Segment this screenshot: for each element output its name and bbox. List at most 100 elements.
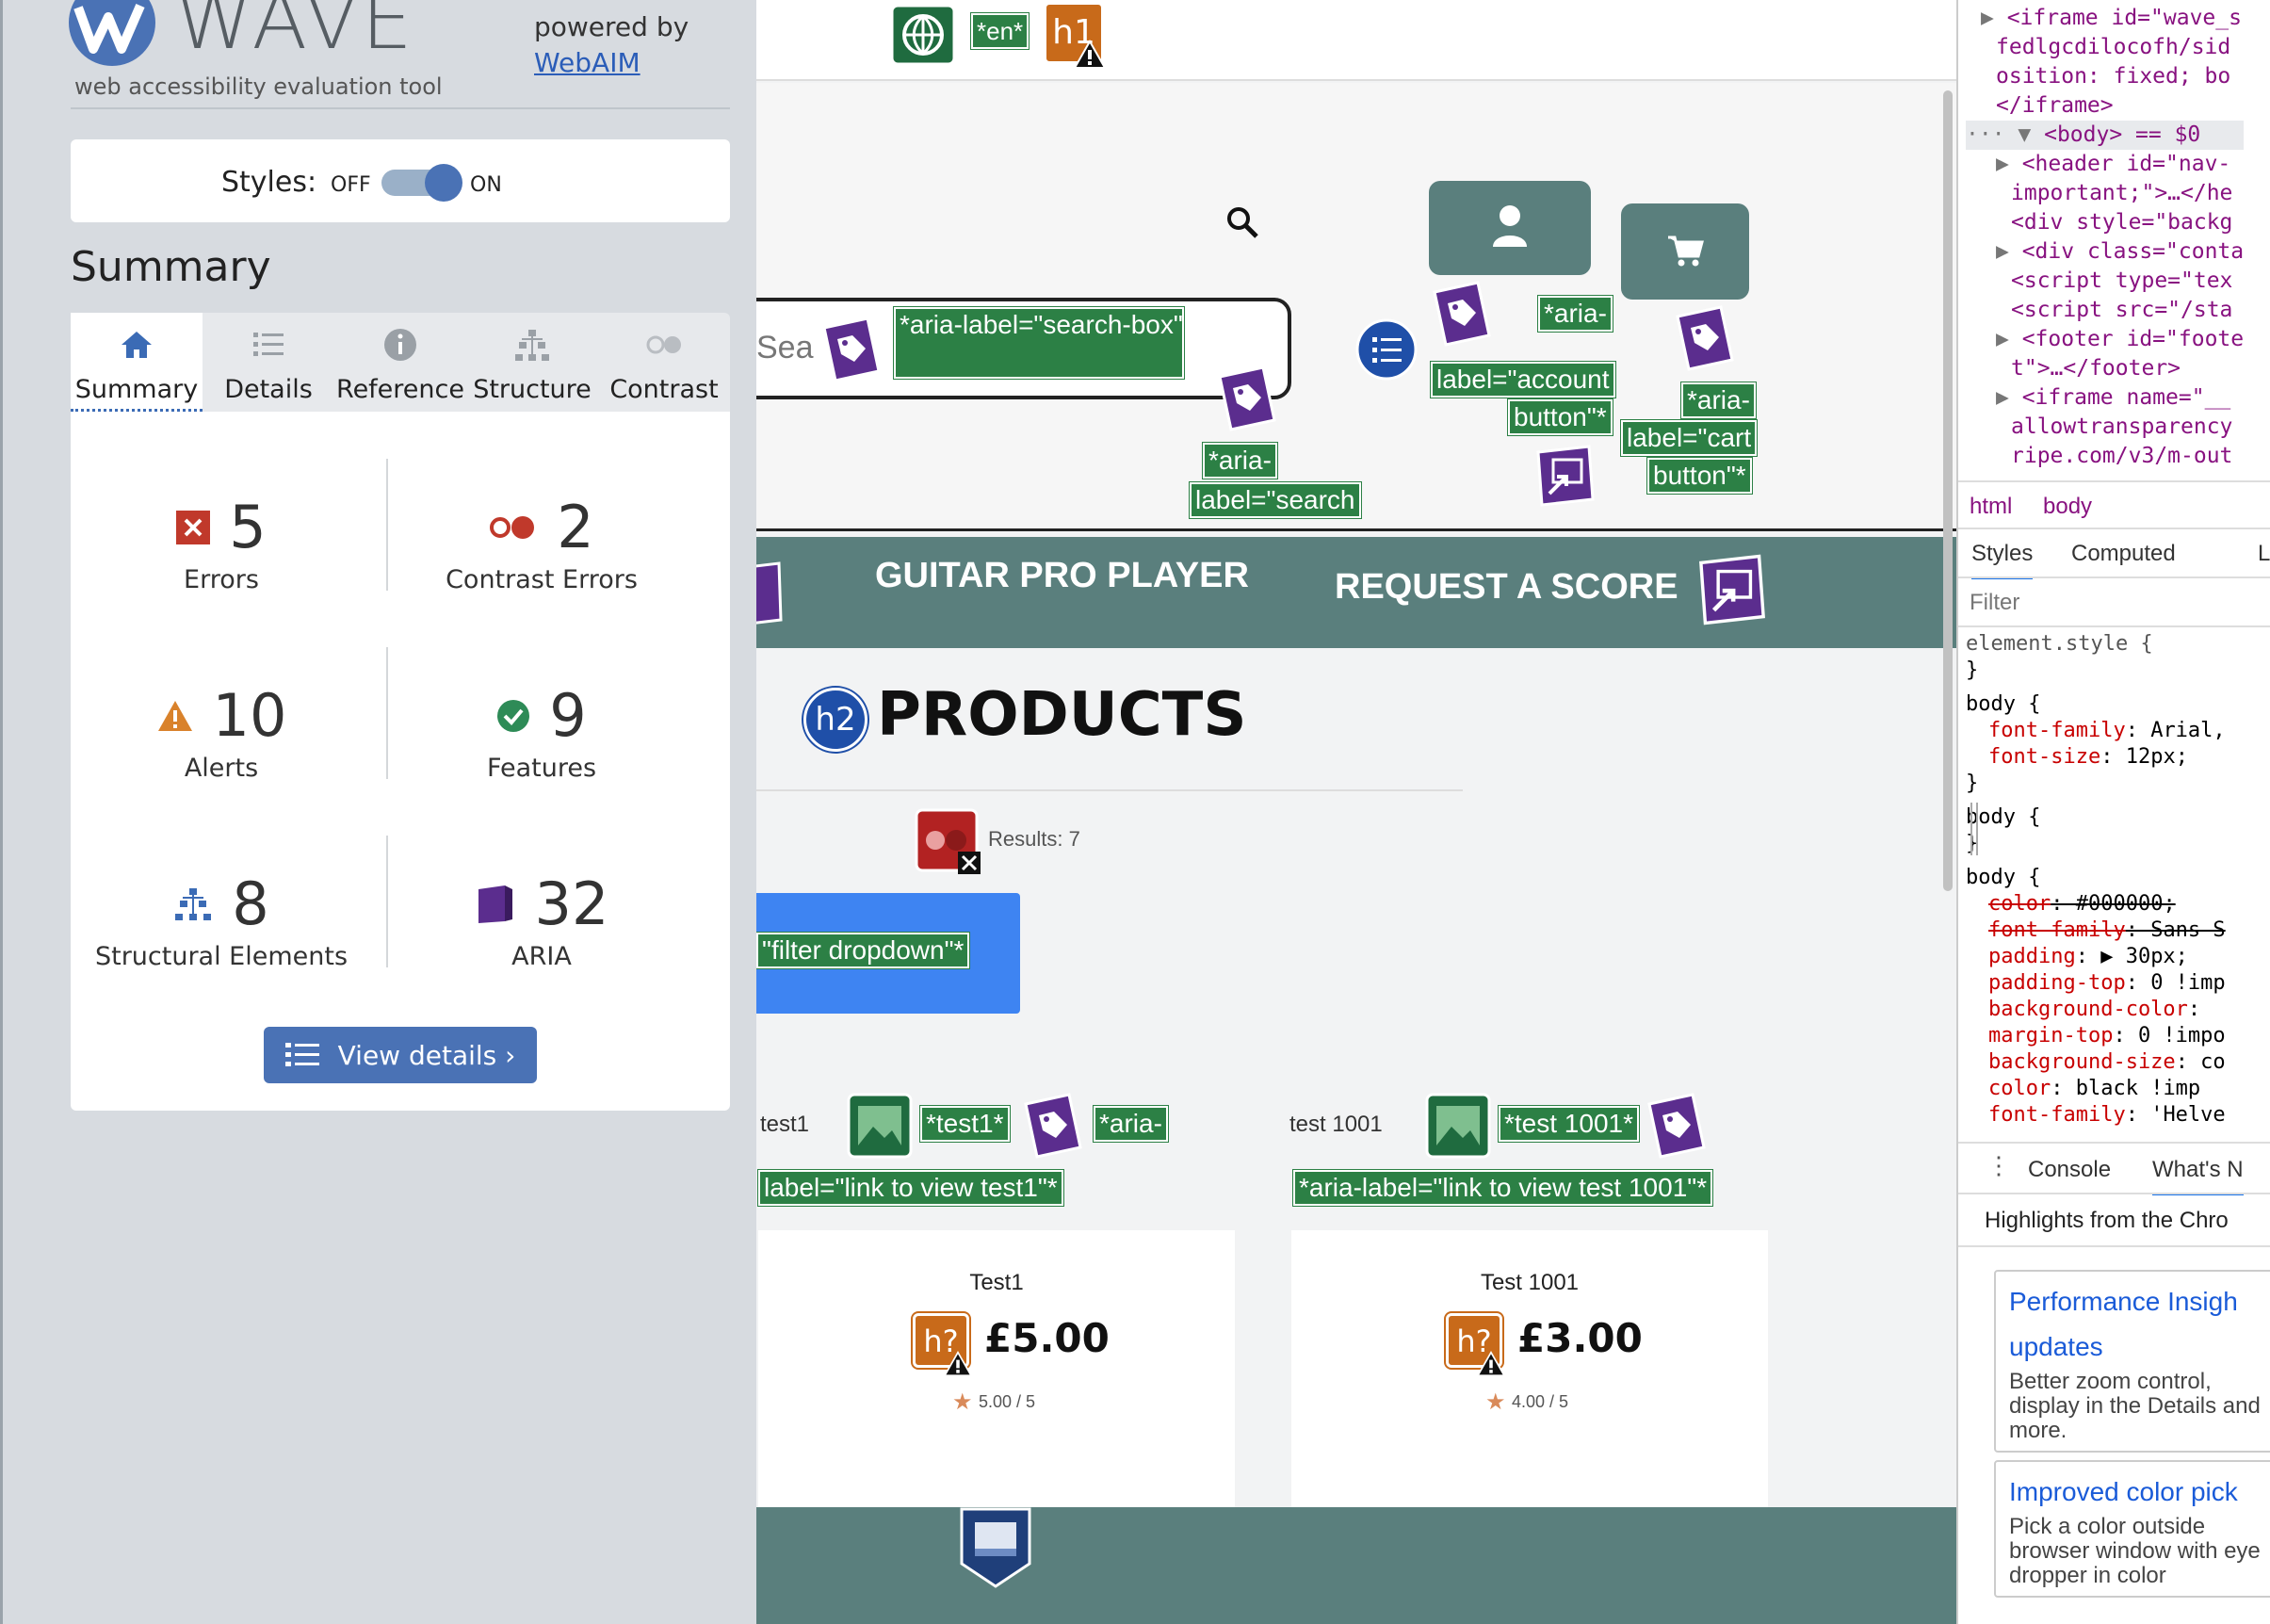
card-title[interactable]: Improved color pick: [2009, 1470, 2270, 1515]
css-rule-line[interactable]: body {: [1966, 804, 2226, 831]
css-rule-line[interactable]: background-size: co: [1966, 1049, 2226, 1076]
view-details-button[interactable]: View details ›: [264, 1027, 537, 1083]
site-footer: [756, 1507, 1956, 1624]
dom-node-line[interactable]: <div style="backg: [1966, 208, 2244, 237]
dom-node-line[interactable]: ripe.com/v3/m-out: [1966, 442, 2244, 471]
dom-node-line[interactable]: <script src="/sta: [1966, 296, 2244, 325]
dom-node-line[interactable]: ▶ <iframe id="wave_s: [1966, 4, 2244, 33]
css-rule-line[interactable]: padding-top: 0 !imp: [1966, 970, 2226, 997]
dom-node-line[interactable]: <script type="tex: [1966, 267, 2244, 296]
product-image[interactable]: test1: [760, 1112, 809, 1138]
lang-badge: *en*: [969, 12, 1030, 50]
dom-node-line[interactable]: osition: fixed; bo: [1966, 62, 2244, 91]
dom-tree[interactable]: ▶ <iframe id="wave_s fedlgcdilocofh/sid os…: [1966, 4, 2245, 471]
wave-logo-icon: [69, 0, 155, 66]
tab-layout[interactable]: L: [2258, 541, 2270, 567]
card-title[interactable]: Performance Insigh: [2009, 1279, 2270, 1324]
tab-label: Reference: [336, 375, 464, 404]
product-price: £3.00: [1517, 1315, 1643, 1361]
dom-node-line[interactable]: fedlgcdilocofh/sid: [1966, 33, 2244, 62]
styles-toggle-panel: Styles: OFF ON: [71, 139, 730, 222]
css-rule-line[interactable]: color: black !imp: [1966, 1076, 2226, 1102]
dom-node-line[interactable]: allowtransparency: [1966, 413, 2244, 442]
tab-console[interactable]: Console: [2028, 1157, 2111, 1183]
whats-new-card[interactable]: Performance Insigh updates Better zoom c…: [1994, 1270, 2270, 1453]
stat-alerts[interactable]: 10 Alerts: [71, 681, 372, 783]
contrast-icon: [646, 335, 681, 354]
dom-node-line[interactable]: important;">…</he: [1966, 179, 2244, 208]
panel-resize-handle[interactable]: [1970, 803, 1978, 855]
nav-guitar-pro-player[interactable]: GUITAR PRO PLAYER: [875, 556, 1249, 596]
dom-node-line[interactable]: t">…</footer>: [1966, 354, 2244, 383]
css-rule-line[interactable]: background-color:: [1966, 997, 2226, 1023]
css-rule-line[interactable]: margin-top: 0 !impo: [1966, 1023, 2226, 1049]
devtools-panel: ▶ <iframe id="wave_s fedlgcdilocofh/sid os…: [1956, 0, 2270, 1624]
tab-reference[interactable]: Reference: [334, 313, 466, 412]
css-rule-line[interactable]: body {: [1966, 865, 2226, 891]
cart-button[interactable]: [1621, 203, 1749, 300]
account-button[interactable]: [1429, 181, 1591, 275]
search-input[interactable]: Sea: [756, 330, 814, 366]
styles-toggle[interactable]: [381, 164, 462, 202]
page-content: *en* h1 Sea *aria-label="search-box"* *a…: [756, 0, 1956, 1624]
tab-whats-new[interactable]: What's N: [2152, 1157, 2244, 1195]
css-rule-line[interactable]: padding: ▶ 30px;: [1966, 944, 2226, 970]
webaim-link[interactable]: WebAIM: [534, 47, 640, 78]
dom-node-line[interactable]: ··· ▼ <body> == $0: [1966, 121, 2245, 150]
cart-aria-3: button"*: [1646, 457, 1753, 495]
dom-node-line[interactable]: ▶ <iframe name="__: [1966, 383, 2244, 413]
stat-contrast-errors[interactable]: 2 Contrast Errors: [391, 493, 692, 594]
dom-node-line[interactable]: ▶ <footer id="foote: [1966, 325, 2244, 354]
tab-computed[interactable]: Computed: [2071, 541, 2176, 567]
css-rule-line[interactable]: body {: [1966, 691, 2226, 718]
css-rule-line[interactable]: element.style {: [1966, 631, 2226, 658]
star-icon: ★: [952, 1389, 973, 1415]
css-rule-line[interactable]: color: #000000;: [1966, 891, 2226, 918]
breadcrumb-html[interactable]: html: [1970, 494, 2012, 520]
breadcrumb-body[interactable]: body: [2043, 494, 2092, 520]
contrast-error-icon[interactable]: [915, 808, 982, 876]
search-icon[interactable]: [1225, 205, 1259, 239]
tab-structure[interactable]: Structure: [466, 313, 598, 412]
powered-by-label: powered by: [534, 11, 689, 42]
stat-count: 10: [212, 681, 287, 750]
tab-summary[interactable]: Summary: [71, 313, 203, 412]
nav-request-score[interactable]: REQUEST A SCORE: [1335, 567, 1678, 608]
stat-label: Features: [486, 754, 597, 783]
divider: [386, 459, 388, 591]
stat-features[interactable]: 9 Features: [391, 681, 692, 783]
stat-errors[interactable]: 5 Errors: [71, 493, 372, 594]
alt-text-badge: *test1*: [919, 1105, 1011, 1143]
language-icon[interactable]: [890, 4, 956, 66]
whats-new-card[interactable]: Improved color pick Pick a color outside…: [1994, 1460, 2270, 1598]
kebab-menu-icon[interactable]: ⋮: [1986, 1151, 2011, 1180]
stat-aria[interactable]: 32 ARIA: [391, 869, 692, 971]
new-window-icon: [1536, 445, 1595, 507]
tab-details[interactable]: Details: [203, 313, 334, 412]
css-rule-line[interactable]: }: [1966, 771, 2226, 797]
tab-contrast[interactable]: Contrast: [598, 313, 730, 412]
css-rule-line[interactable]: }: [1966, 831, 2226, 857]
dom-node-line[interactable]: </iframe>: [1966, 91, 2244, 121]
stat-structural[interactable]: 8 Structural Elements: [71, 869, 372, 971]
dom-node-line[interactable]: ▶ <div class="conta: [1966, 237, 2244, 267]
scrollbar-thumb[interactable]: [1943, 90, 1953, 891]
aria-label-icon: [1024, 1093, 1082, 1159]
css-rule-line[interactable]: font-family: Sans S: [1966, 918, 2226, 944]
css-rule-line[interactable]: }: [1966, 658, 2226, 684]
styles-filter-input[interactable]: Filter: [1970, 590, 2019, 616]
tab-styles[interactable]: Styles: [1971, 541, 2034, 579]
alert-icon: [157, 700, 192, 731]
css-rule-line[interactable]: font-family: 'Helve: [1966, 1102, 2226, 1129]
product-title: Test 1001: [1480, 1270, 1580, 1295]
product-image[interactable]: test 1001: [1289, 1112, 1383, 1138]
css-rules[interactable]: element.style {} body {font-family: Arial…: [1966, 631, 2226, 1129]
footer-region-icon: [960, 1507, 1031, 1588]
css-rule-line[interactable]: font-size: 12px;: [1966, 744, 2226, 771]
h2-badge[interactable]: h2: [803, 688, 867, 752]
card-title[interactable]: updates: [2009, 1324, 2270, 1370]
list-icon: [253, 333, 284, 356]
dom-node-line[interactable]: ▶ <header id="nav-: [1966, 150, 2244, 179]
info-icon: [384, 329, 416, 361]
css-rule-line[interactable]: font-family: Arial,: [1966, 718, 2226, 744]
